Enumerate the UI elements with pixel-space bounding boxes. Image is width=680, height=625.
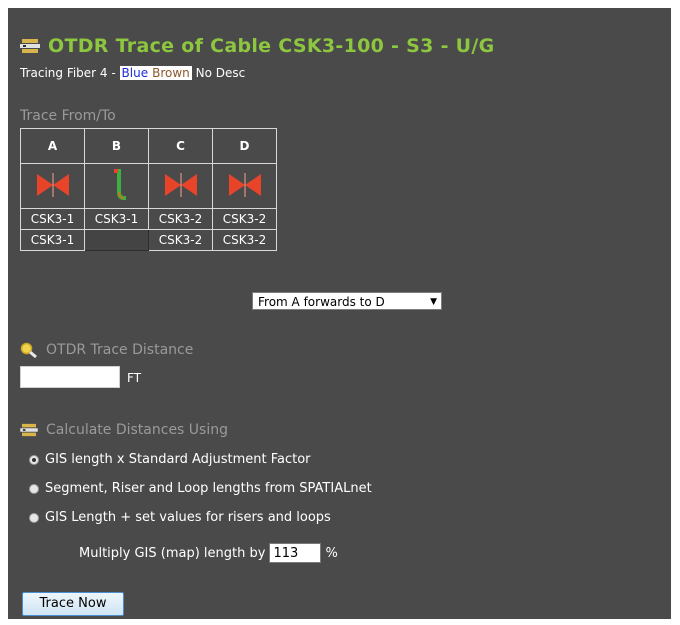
table-cell: CSK3-2: [148, 229, 213, 251]
table-cell: CSK3-2: [212, 229, 277, 251]
multiply-label: Multiply GIS (map) length by: [79, 545, 266, 561]
column-header: C: [148, 128, 213, 164]
multiply-input[interactable]: 113: [269, 543, 322, 563]
trace-now-button[interactable]: Trace Now: [22, 592, 124, 616]
calculate-heading: Calculate Distances Using: [20, 422, 228, 438]
multiply-row: Multiply GIS (map) length by 113 %: [79, 543, 338, 563]
percent-unit: %: [325, 545, 338, 561]
subtitle-suffix: No Desc: [195, 66, 246, 80]
radio-label: Segment, Riser and Loop lengths from SPA…: [45, 481, 372, 496]
table-cell: CSK3-1: [20, 229, 85, 251]
bowtie-icon: [36, 172, 69, 197]
trace-header-row: A B C D: [20, 128, 277, 164]
radio-option-set-values[interactable]: GIS Length + set values for risers and l…: [29, 510, 331, 525]
trace-table: A B C D CSK3-1 CSK3-1 CSK3-2 CSK3-2 CSK3…: [20, 128, 277, 251]
table-cell: CSK3-2: [212, 208, 277, 230]
column-header: D: [212, 128, 277, 164]
table-row: CSK3-1 CSK3-1 CSK3-2 CSK3-2: [20, 208, 277, 230]
page-title: OTDR Trace of Cable CSK3-100 - S3 - U/G: [48, 35, 495, 57]
table-cell: CSK3-1: [84, 208, 149, 230]
otdr-distance-input[interactable]: [20, 366, 120, 388]
bowtie-icon: [164, 172, 197, 197]
trace-from-to-label: Trace From/To: [20, 108, 116, 124]
bowtie-icon: [228, 172, 261, 197]
cell-c-icon[interactable]: [148, 163, 213, 209]
otdr-distance-heading: OTDR Trace Distance: [20, 342, 193, 358]
cell-b-icon[interactable]: [84, 163, 149, 209]
cell-d-icon[interactable]: [212, 163, 277, 209]
magnifier-icon: [20, 342, 37, 358]
radio-label: GIS length x Standard Adjustment Factor: [45, 452, 311, 467]
slack-loop-icon: [113, 168, 126, 200]
cable-spool-icon: [20, 39, 40, 53]
direction-select[interactable]: From A forwards to D ▼: [252, 292, 442, 310]
table-cell: CSK3-2: [148, 208, 213, 230]
cable-spool-icon: [20, 423, 38, 437]
table-cell: CSK3-1: [20, 208, 85, 230]
fiber-color-blue: Blue: [119, 66, 151, 80]
dropdown-arrow-icon[interactable]: ▼: [430, 293, 437, 311]
trace-panel: OTDR Trace of Cable CSK3-100 - S3 - U/G …: [8, 8, 671, 619]
radio-button[interactable]: [29, 512, 39, 523]
table-cell-empty: [84, 229, 149, 251]
radio-button[interactable]: [29, 483, 39, 494]
distance-unit: FT: [127, 371, 142, 385]
subtitle-prefix: Tracing Fiber 4 -: [20, 66, 116, 80]
radio-option-gis-factor[interactable]: GIS length x Standard Adjustment Factor: [29, 452, 311, 467]
radio-option-spatialnet[interactable]: Segment, Riser and Loop lengths from SPA…: [29, 481, 372, 496]
radio-label: GIS Length + set values for risers and l…: [45, 510, 331, 525]
table-row: CSK3-1 CSK3-2 CSK3-2: [20, 229, 277, 251]
radio-button-selected[interactable]: [29, 454, 39, 465]
trace-icon-row: [20, 163, 277, 209]
direction-select-value: From A forwards to D: [258, 295, 385, 309]
column-header: B: [84, 128, 149, 164]
title-row: OTDR Trace of Cable CSK3-100 - S3 - U/G: [20, 32, 495, 60]
column-header: A: [20, 128, 85, 164]
fiber-color-brown: Brown: [150, 66, 192, 80]
fiber-subtitle: Tracing Fiber 4 - Blue Brown No Desc: [20, 66, 245, 80]
cell-a-icon[interactable]: [20, 163, 85, 209]
calculate-label: Calculate Distances Using: [46, 422, 228, 438]
otdr-distance-label: OTDR Trace Distance: [46, 342, 194, 358]
